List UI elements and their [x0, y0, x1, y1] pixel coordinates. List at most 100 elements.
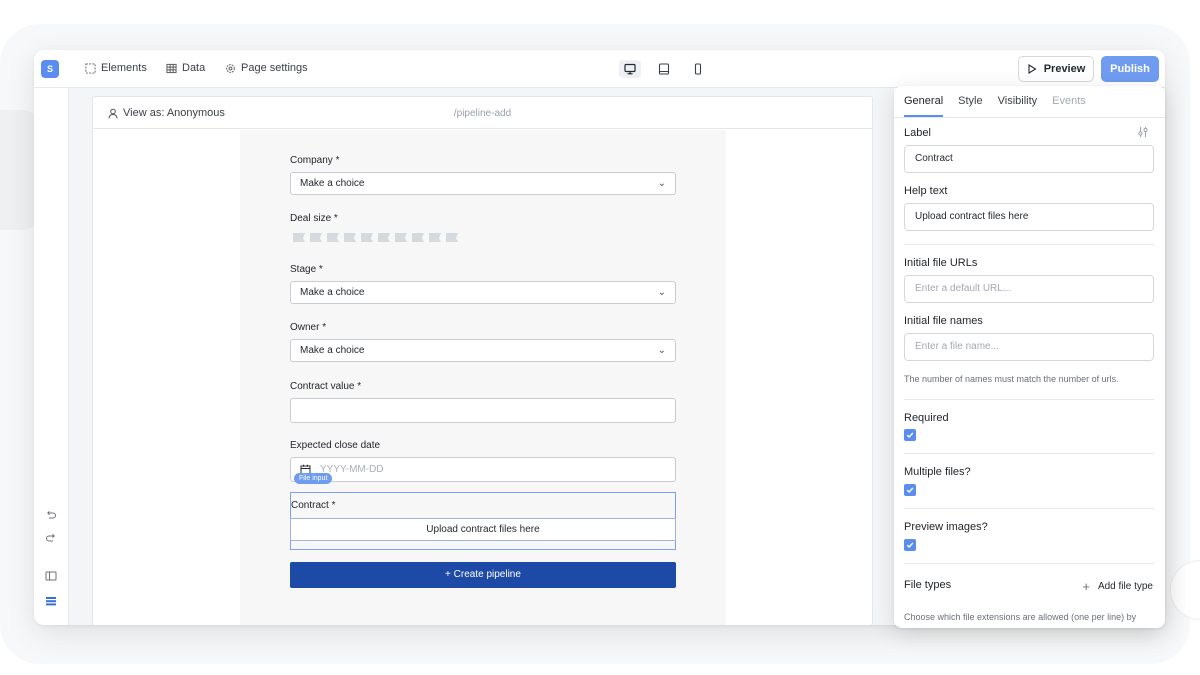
deal-size-label: Deal size * — [290, 213, 338, 224]
required-checkbox[interactable] — [904, 429, 916, 441]
deal-size-rating[interactable] — [293, 233, 458, 242]
flag-icon[interactable] — [361, 233, 373, 242]
contract-upload-button[interactable]: Upload contract files here — [290, 518, 676, 541]
initial-names-input[interactable]: Enter a file name... — [904, 333, 1154, 361]
contract-value-input[interactable] — [290, 398, 676, 423]
page-slug: /pipeline-add — [453, 108, 512, 119]
stage-label: Stage * — [290, 264, 323, 275]
gear-icon — [226, 63, 235, 73]
multiple-files-title: Multiple files? — [904, 466, 971, 478]
flag-icon[interactable] — [429, 233, 441, 242]
flag-icon[interactable] — [310, 233, 322, 242]
initial-names-title: Initial file names — [904, 315, 983, 327]
table-icon — [166, 63, 177, 73]
device-tablet[interactable] — [653, 60, 675, 78]
page-frame: View as: Anonymous /pipeline-add Company… — [92, 96, 873, 625]
desktop-icon — [624, 63, 636, 75]
mobile-icon — [694, 63, 702, 75]
nav-data[interactable]: Data — [166, 62, 205, 74]
section-divider — [904, 508, 1154, 509]
owner-select[interactable]: Make a choice ⌄ — [290, 339, 676, 362]
help-text-input[interactable]: Upload contract files here — [904, 203, 1154, 231]
flag-icon[interactable] — [446, 233, 458, 242]
contract-label: Contract * — [291, 500, 336, 511]
list-icon — [46, 597, 56, 606]
help-text-title: Help text — [904, 185, 948, 197]
properties-panel: General Style Visibility Events Label Co… — [894, 86, 1165, 628]
device-desktop[interactable] — [619, 60, 641, 78]
layers-button[interactable] — [44, 594, 58, 608]
tab-events[interactable]: Events — [1052, 95, 1086, 117]
app-logo[interactable]: S — [41, 60, 59, 78]
undo-icon — [47, 510, 56, 519]
chevron-down-icon: ⌄ — [657, 287, 666, 298]
required-title: Required — [904, 412, 949, 424]
chevron-down-icon: ⌄ — [657, 178, 666, 189]
flag-icon[interactable] — [395, 233, 407, 242]
multiple-files-checkbox[interactable] — [904, 484, 916, 496]
plus-icon: + — [1082, 579, 1090, 594]
redo-icon — [46, 533, 55, 542]
select-icon — [85, 62, 96, 74]
top-toolbar: S Elements Data Page settings Preview Pu… — [34, 50, 1165, 88]
preview-images-checkbox[interactable] — [904, 539, 916, 551]
form-container: Company * Make a choice ⌄ Deal size * St… — [240, 130, 726, 625]
panel-tabs: General Style Visibility Events — [904, 95, 1086, 117]
flag-icon[interactable] — [344, 233, 356, 242]
company-label: Company * — [290, 155, 340, 166]
tab-general[interactable]: General — [904, 95, 944, 117]
company-select[interactable]: Make a choice ⌄ — [290, 172, 676, 195]
flag-icon[interactable] — [412, 233, 424, 242]
component-type-badge: File input — [294, 473, 333, 484]
tab-style[interactable]: Style — [958, 95, 982, 117]
file-types-note: Choose which file extensions are allowed… — [904, 612, 1137, 622]
file-input-component[interactable]: File input Contract * Upload contract fi… — [290, 473, 676, 550]
check-icon — [906, 487, 914, 493]
add-file-type-button[interactable]: + Add file type — [1082, 579, 1153, 594]
owner-select-value: Make a choice — [300, 345, 365, 356]
nav-elements[interactable]: Elements — [85, 62, 147, 74]
section-divider — [904, 244, 1154, 245]
stage-select-value: Make a choice — [300, 287, 365, 298]
section-divider — [904, 399, 1154, 400]
file-types-title: File types — [904, 579, 952, 591]
preview-images-title: Preview images? — [904, 521, 988, 533]
flag-icon[interactable] — [327, 233, 339, 242]
preview-button[interactable]: Preview — [1018, 56, 1094, 82]
play-icon — [1028, 64, 1037, 74]
tab-divider — [894, 117, 1165, 118]
device-mobile[interactable] — [687, 60, 709, 78]
tab-visibility[interactable]: Visibility — [998, 95, 1038, 117]
add-file-type-label: Add file type — [1097, 581, 1153, 592]
section-divider — [904, 563, 1154, 564]
label-input[interactable]: Contract — [904, 145, 1154, 173]
initial-urls-input[interactable]: Enter a default URL... — [904, 275, 1154, 303]
frame-header: View as: Anonymous /pipeline-add — [93, 97, 872, 129]
contract-value-label: Contract value * — [290, 381, 362, 392]
nav-data-label: Data — [182, 62, 206, 74]
tablet-icon — [658, 63, 670, 75]
flag-icon[interactable] — [378, 233, 390, 242]
create-pipeline-button[interactable]: + Create pipeline — [290, 562, 676, 588]
initial-urls-title: Initial file URLs — [904, 257, 978, 269]
nav-page-settings[interactable]: Page settings — [225, 62, 308, 74]
sliders-icon[interactable] — [1137, 126, 1149, 138]
stage-select[interactable]: Make a choice ⌄ — [290, 281, 676, 304]
label-field-title: Label — [904, 127, 931, 139]
editor-canvas: View as: Anonymous /pipeline-add Company… — [69, 88, 894, 625]
nav-elements-label: Elements — [101, 62, 147, 74]
flag-icon[interactable] — [293, 233, 305, 242]
close-date-input[interactable]: YYYY-MM-DD — [290, 457, 676, 482]
nav-page-settings-label: Page settings — [241, 62, 308, 74]
section-divider — [904, 453, 1154, 454]
publish-button[interactable]: Publish — [1101, 56, 1159, 82]
redo-button[interactable] — [44, 531, 58, 545]
check-icon — [906, 542, 914, 548]
left-rail — [34, 88, 69, 625]
owner-label: Owner * — [290, 322, 327, 333]
sidebar-icon — [45, 571, 57, 581]
layout-toggle-button[interactable] — [44, 569, 58, 583]
undo-button[interactable] — [44, 508, 58, 522]
names-help-note: The number of names must match the numbe… — [904, 374, 1119, 384]
company-select-value: Make a choice — [300, 178, 365, 189]
